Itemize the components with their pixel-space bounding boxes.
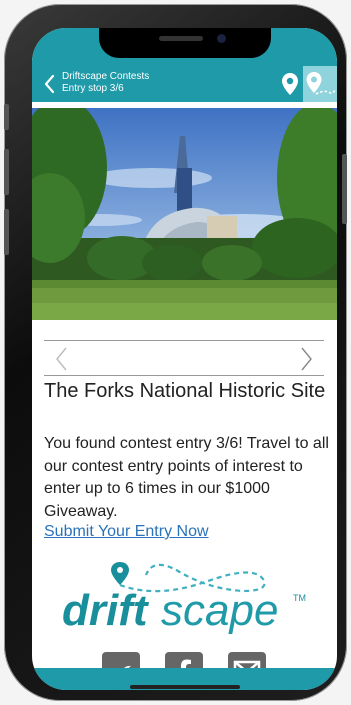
mute-switch: [4, 104, 9, 130]
chevron-left-icon: [56, 347, 67, 371]
logo-text-light: scape: [161, 586, 278, 635]
logo-text-bold: drift: [62, 586, 150, 635]
speaker: [159, 36, 203, 41]
nav-title: Driftscape Contests: [62, 71, 150, 82]
nav-subtitle: Entry stop 3/6: [62, 83, 124, 94]
route-pin-icon: [306, 72, 336, 95]
screen: Driftscape Contests Entry stop 3/6 The F…: [32, 28, 337, 690]
next-button[interactable]: [294, 344, 318, 374]
logo-trademark: TM: [293, 593, 306, 603]
nav-bar: Driftscape Contests Entry stop 3/6: [32, 66, 337, 102]
bottom-divider: [44, 375, 324, 376]
power-button: [342, 154, 347, 224]
chevron-right-icon: [301, 347, 312, 371]
place-title: The Forks National Historic Site: [44, 380, 326, 402]
top-divider: [44, 340, 324, 341]
map-pin-button[interactable]: [275, 66, 305, 102]
phone-frame: Driftscape Contests Entry stop 3/6 The F…: [4, 4, 347, 701]
museum-photo: [32, 108, 337, 320]
map-pin-icon: [282, 73, 298, 95]
place-description: You found contest entry 3/6! Travel to a…: [44, 435, 329, 520]
notch: [99, 28, 271, 58]
logo-graphic: drift scape TM: [62, 562, 306, 635]
route-pin-button[interactable]: [303, 66, 337, 102]
location-photo: [32, 108, 337, 320]
home-indicator[interactable]: [130, 685, 240, 689]
chevron-left-icon: [44, 74, 55, 94]
back-button[interactable]: [40, 72, 62, 96]
volume-down-button: [4, 209, 9, 255]
submit-entry-link[interactable]: Submit Your Entry Now: [44, 523, 209, 541]
front-camera: [217, 34, 226, 43]
volume-up-button: [4, 149, 9, 195]
driftscape-logo: drift scape TM: [58, 559, 318, 639]
previous-button[interactable]: [50, 344, 74, 374]
